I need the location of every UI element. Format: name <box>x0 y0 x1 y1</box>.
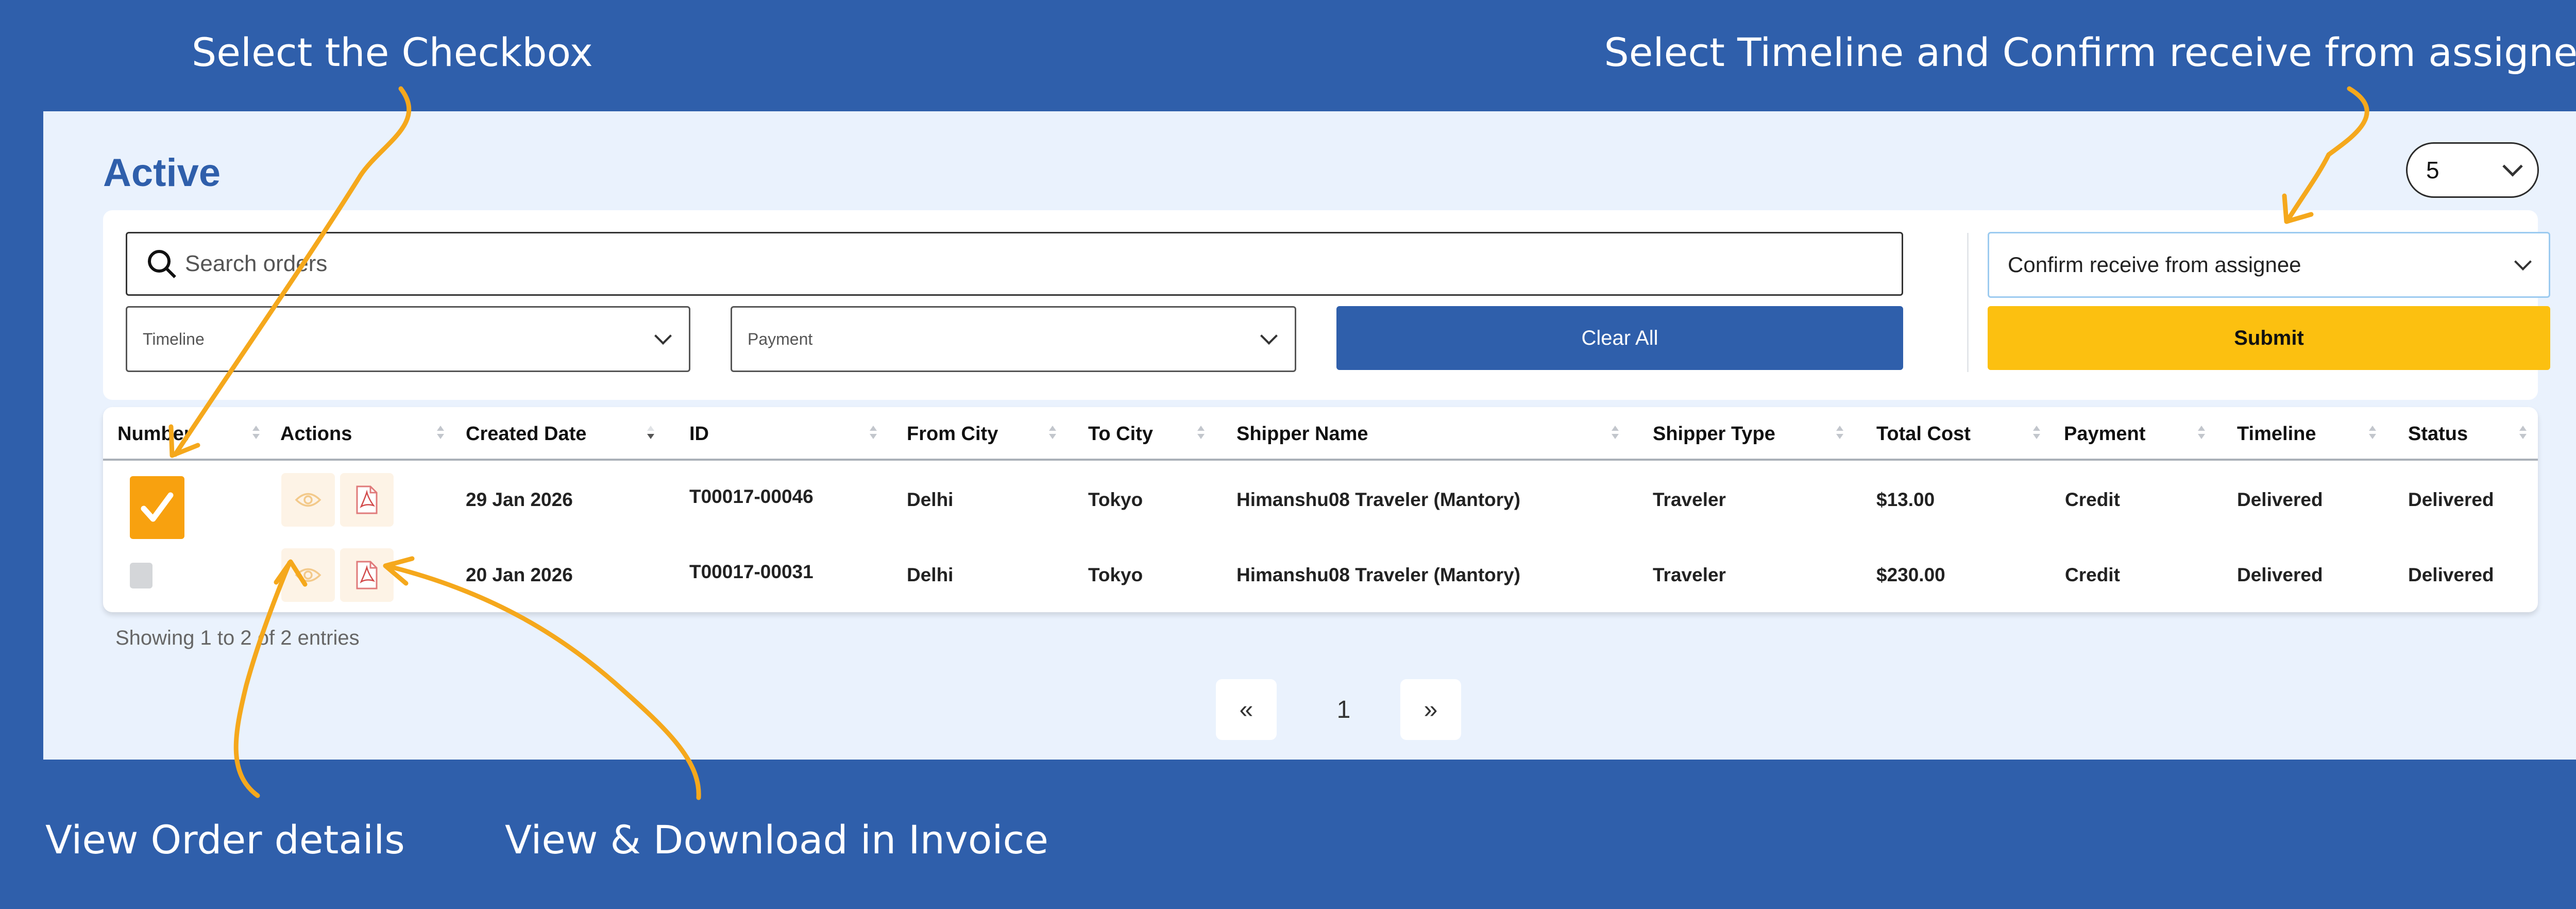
arrow-to-invoice <box>384 563 701 800</box>
arrow-to-action-select <box>2285 86 2369 223</box>
arrow-to-view-details <box>233 560 292 798</box>
annotation-arrows <box>168 86 2369 800</box>
arrow-to-checkbox <box>173 86 412 457</box>
